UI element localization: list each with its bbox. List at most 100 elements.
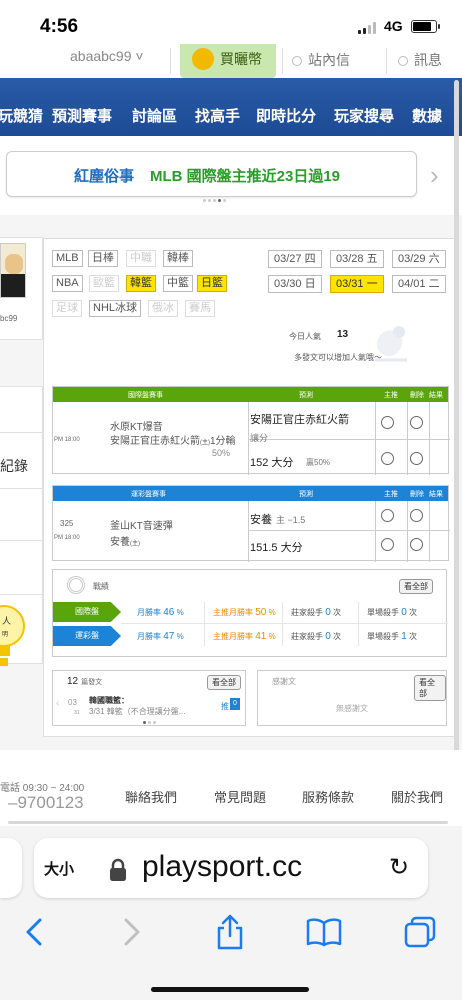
previous-tab-peek[interactable]: [0, 838, 22, 898]
nav-item-data[interactable]: 數據: [412, 105, 442, 126]
address-bar[interactable]: 大小 playsport.cc ↻: [34, 838, 428, 898]
share-icon[interactable]: [210, 912, 250, 952]
date-0401[interactable]: 04/01 二: [392, 275, 446, 293]
thanks-empty: 無感謝文: [336, 704, 368, 713]
side-menu-record[interactable]: 紀錄: [0, 456, 28, 476]
nav-item-predict[interactable]: 預測賽事: [52, 105, 112, 126]
messages-link[interactable]: 站內信: [292, 50, 350, 70]
date-0327[interactable]: 03/27 四: [268, 250, 322, 268]
record-row-intl: 國際盤 月勝率 46 % 主推月勝率 50 % 莊家殺手 0 次 單場殺手 0 …: [53, 602, 448, 622]
main-nav: 玩競猜 預測賽事 討論區 找高手 即時比分 玩家搜尋 數據: [0, 78, 462, 136]
lottery-prediction-table: 運彩盤賽事 預測 主推 刪除 結果 325 PM 18:00 釜山KT音速彈 安…: [52, 485, 450, 562]
lock-icon: [110, 858, 126, 881]
record-row-lottery: 運彩盤 月勝率 47 % 主推月勝率 41 % 莊家殺手 0 次 單場殺手 1 …: [53, 626, 448, 646]
away-team: 釜山KT音速彈: [110, 521, 173, 532]
post-push-label: 推: [221, 702, 229, 711]
reload-icon[interactable]: ↻: [389, 853, 409, 882]
battery-icon: [411, 20, 440, 33]
record-see-all-button[interactable]: 看全部: [399, 579, 433, 594]
delete-radio[interactable]: [410, 538, 423, 551]
league-horse-racing: 賽馬: [185, 300, 215, 317]
svg-text:明: 明: [2, 631, 8, 638]
pick-total-result: 贏50%: [306, 458, 331, 467]
post-push-count: 0: [230, 698, 240, 710]
footer-divider: [8, 821, 448, 824]
back-icon[interactable]: [14, 912, 54, 952]
league-nhl[interactable]: NHL冰球: [89, 300, 142, 317]
store-link[interactable]: 買曬幣: [180, 44, 276, 78]
delete-radio[interactable]: [410, 452, 423, 465]
lightbulb-icon: 人 明: [0, 605, 25, 666]
pick-spread-type: 讓分: [250, 433, 269, 443]
coin-icon: [192, 48, 214, 70]
league-mlb[interactable]: MLB: [52, 250, 83, 267]
home-pct: 50%: [212, 448, 231, 458]
game-time: PM 18:00: [54, 437, 80, 443]
delete-radio[interactable]: [410, 416, 423, 429]
date-0329[interactable]: 03/29 六: [392, 250, 446, 268]
main-pick-radio[interactable]: [381, 538, 394, 551]
tabs-icon[interactable]: [400, 912, 440, 952]
footer-terms-link[interactable]: 服務條款: [302, 787, 354, 806]
network-type: 4G: [384, 18, 403, 34]
league-cpbl: 中職: [126, 250, 156, 267]
nav-item-livescore[interactable]: 即時比分: [256, 105, 316, 126]
thanks-see-all-button[interactable]: 看全部: [414, 675, 446, 701]
date-0330[interactable]: 03/30 日: [268, 275, 322, 293]
post-title[interactable]: 韓國職籃：: [89, 695, 129, 706]
nav-item-player-search[interactable]: 玩家搜尋: [334, 105, 394, 126]
delete-radio[interactable]: [410, 509, 423, 522]
nav-item-guess[interactable]: 玩競猜: [0, 105, 43, 126]
home-team: 安陽正官庄赤紅火箭(主)1分輸: [110, 436, 236, 447]
posts-pagination: [143, 721, 156, 724]
footer-faq-link[interactable]: 常見問題: [214, 787, 266, 806]
avatar[interactable]: [0, 243, 26, 298]
bell-icon: [398, 56, 408, 67]
posts-see-all-button[interactable]: 看全部: [207, 675, 241, 690]
text-size-button[interactable]: 大小: [44, 858, 74, 879]
today-hits-value: 13: [337, 329, 349, 340]
news-link[interactable]: 訊息: [398, 50, 442, 70]
pick-spread: 安養: [250, 514, 272, 526]
svg-text:人: 人: [2, 616, 11, 626]
promo-banner[interactable]: 紅塵俗事 MLB 國際盤主推近23日過19: [6, 151, 417, 197]
signal-icon: [358, 22, 376, 34]
today-hits-label: 今日人氣: [289, 332, 321, 341]
away-team: 水原KT爆音: [110, 422, 163, 433]
post-desc[interactable]: 3/31 韓籃（不合理讓分盤...: [89, 706, 185, 717]
record-title: 戰績: [93, 582, 109, 591]
main-pick-radio[interactable]: [381, 416, 394, 429]
league-bleague[interactable]: 日籃: [197, 275, 227, 292]
league-nba[interactable]: NBA: [52, 275, 83, 292]
date-0331[interactable]: 03/31 一: [330, 275, 384, 293]
league-soccer: 足球: [52, 300, 82, 317]
league-euro-basketball: 歐籃: [89, 275, 119, 292]
page-scrollbar[interactable]: [454, 80, 459, 780]
username-link[interactable]: abaabc99 ˅: [70, 48, 144, 64]
record-box: 戰績 看全部 國際盤 月勝率 46 % 主推月勝率 50 % 莊家殺手 0 次 …: [52, 569, 448, 657]
league-npb[interactable]: 日棒: [88, 250, 118, 267]
footer-about-link[interactable]: 關於我們: [391, 787, 443, 806]
footer-contact-link[interactable]: 聯絡我們: [125, 787, 177, 806]
league-khl: 俄冰: [148, 300, 178, 317]
chevron-left-icon[interactable]: ‹: [56, 698, 59, 709]
bookmarks-icon[interactable]: [304, 912, 344, 952]
thanks-title: 感謝文: [272, 677, 296, 686]
nav-item-forum[interactable]: 討論區: [132, 105, 177, 126]
footer-phone[interactable]: –9700123: [8, 793, 84, 813]
main-pick-radio[interactable]: [381, 452, 394, 465]
forward-icon: [112, 912, 152, 952]
footer-hours: 電話 09:30 ~ 24:00: [0, 783, 85, 794]
url-text: playsport.cc: [142, 850, 303, 883]
league-kbl[interactable]: 韓籃: [126, 275, 156, 292]
nav-item-experts[interactable]: 找高手: [195, 105, 240, 126]
chevron-right-icon[interactable]: ›: [430, 160, 439, 191]
league-kbo[interactable]: 韓棒: [163, 250, 193, 267]
game-number: 325: [60, 519, 74, 528]
game-time: PM 18:00: [54, 535, 80, 541]
league-sbl[interactable]: 中籃: [163, 275, 193, 292]
profile-id: bc99: [0, 314, 18, 323]
pick-total: 152 大分: [250, 457, 294, 469]
main-pick-radio[interactable]: [381, 509, 394, 522]
date-0328[interactable]: 03/28 五: [330, 250, 384, 268]
